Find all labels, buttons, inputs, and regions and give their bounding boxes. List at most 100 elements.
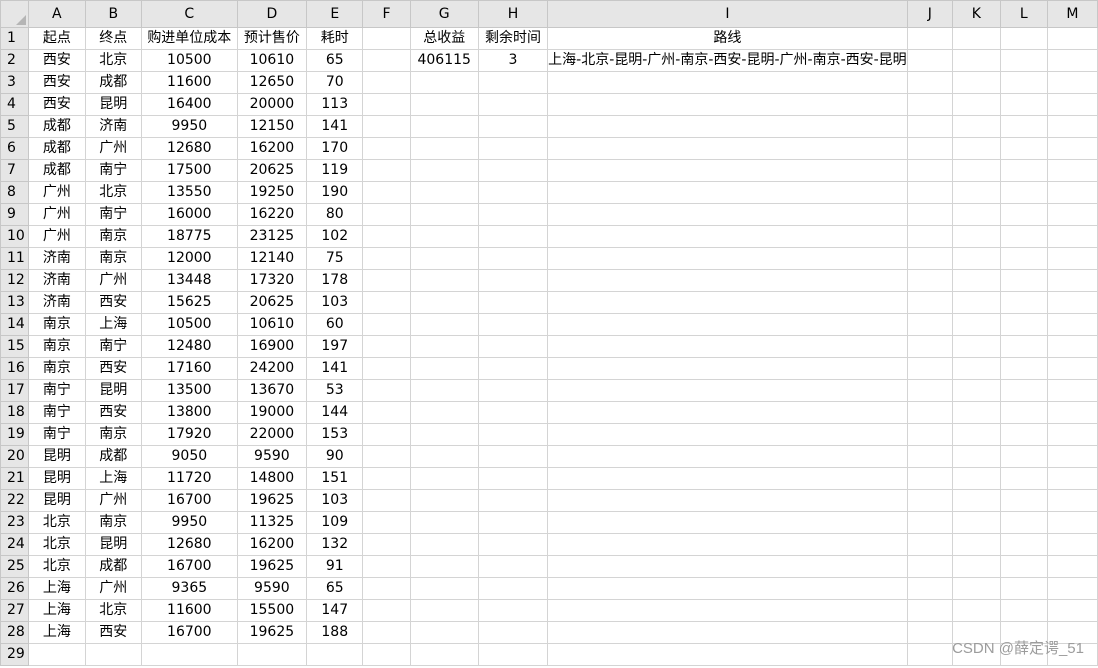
cell-C21[interactable]: 11720 [140, 467, 238, 490]
cell-J22[interactable] [906, 489, 954, 512]
cell-G27[interactable] [409, 599, 479, 622]
cell-C7[interactable]: 17500 [140, 159, 238, 182]
cell-M24[interactable] [1046, 533, 1098, 556]
cell-K11[interactable] [952, 247, 1001, 270]
cell-M9[interactable] [1046, 203, 1098, 226]
cell-F22[interactable] [362, 489, 411, 512]
cell-H26[interactable] [477, 577, 549, 600]
cell-D5[interactable]: 12150 [236, 115, 308, 138]
cell-C8[interactable]: 13550 [140, 181, 238, 204]
row-header[interactable]: 22 [0, 489, 30, 512]
cell-H28[interactable] [477, 621, 549, 644]
cell-I21[interactable] [547, 467, 908, 490]
column-header[interactable]: F [362, 0, 411, 28]
cell-F18[interactable] [362, 401, 411, 424]
cell-E12[interactable]: 178 [306, 269, 364, 292]
cell-G7[interactable] [409, 159, 479, 182]
cell-F16[interactable] [362, 357, 411, 380]
cell-K3[interactable] [952, 71, 1001, 94]
cell-H11[interactable] [477, 247, 549, 270]
cell-M8[interactable] [1046, 181, 1098, 204]
column-header[interactable]: I [547, 0, 908, 28]
cell-M23[interactable] [1046, 511, 1098, 534]
cell-C11[interactable]: 12000 [140, 247, 238, 270]
cell-M20[interactable] [1046, 445, 1098, 468]
cell-K20[interactable] [952, 445, 1001, 468]
cell-I3[interactable] [547, 71, 908, 94]
cell-D15[interactable]: 16900 [236, 335, 308, 358]
cell-B24[interactable]: 昆明 [84, 533, 142, 556]
cell-C13[interactable]: 15625 [140, 291, 238, 314]
cell-J25[interactable] [906, 555, 954, 578]
cell-D18[interactable]: 19000 [236, 401, 308, 424]
cell-J26[interactable] [906, 577, 954, 600]
cell-J2[interactable] [907, 49, 954, 72]
cell-K8[interactable] [952, 181, 1001, 204]
cell-F5[interactable] [362, 115, 411, 138]
cell-G10[interactable] [409, 225, 479, 248]
cell-C23[interactable]: 9950 [140, 511, 238, 534]
cell-B17[interactable]: 昆明 [84, 379, 142, 402]
row-header[interactable]: 21 [0, 467, 30, 490]
cell-J11[interactable] [906, 247, 954, 270]
cell-J14[interactable] [906, 313, 954, 336]
select-all-corner[interactable] [0, 0, 30, 28]
row-header[interactable]: 18 [0, 401, 30, 424]
cell-D9[interactable]: 16220 [236, 203, 308, 226]
cell-I26[interactable] [547, 577, 908, 600]
cell-G1[interactable]: 总收益 [409, 27, 479, 50]
cell-G16[interactable] [409, 357, 479, 380]
cell-F4[interactable] [362, 93, 411, 116]
cell-B19[interactable]: 南京 [84, 423, 142, 446]
cell-D7[interactable]: 20625 [236, 159, 308, 182]
cell-L25[interactable] [999, 555, 1048, 578]
row-header[interactable]: 27 [0, 599, 30, 622]
row-header[interactable]: 20 [0, 445, 30, 468]
cell-K13[interactable] [952, 291, 1001, 314]
cell-I18[interactable] [547, 401, 908, 424]
cell-K18[interactable] [952, 401, 1001, 424]
cell-I5[interactable] [547, 115, 908, 138]
cell-I16[interactable] [547, 357, 908, 380]
cell-J13[interactable] [906, 291, 954, 314]
cell-M13[interactable] [1046, 291, 1098, 314]
row-header[interactable]: 7 [0, 159, 30, 182]
cell-K14[interactable] [952, 313, 1001, 336]
cell-H19[interactable] [477, 423, 549, 446]
row-header[interactable]: 24 [0, 533, 30, 556]
cell-A25[interactable]: 北京 [28, 555, 86, 578]
cell-C2[interactable]: 10500 [140, 49, 238, 72]
cell-F20[interactable] [362, 445, 411, 468]
cell-D14[interactable]: 10610 [236, 313, 308, 336]
cell-M15[interactable] [1046, 335, 1098, 358]
cell-H16[interactable] [477, 357, 549, 380]
row-header[interactable]: 19 [0, 423, 30, 446]
row-header[interactable]: 28 [0, 621, 30, 644]
cell-G12[interactable] [409, 269, 479, 292]
cell-B14[interactable]: 上海 [84, 313, 142, 336]
cell-I2[interactable]: 上海-北京-昆明-广州-南京-西安-昆明-广州-南京-西安-昆明 [547, 49, 908, 72]
cell-J9[interactable] [906, 203, 954, 226]
cell-B11[interactable]: 南京 [84, 247, 142, 270]
cell-E8[interactable]: 190 [306, 181, 364, 204]
cell-C15[interactable]: 12480 [140, 335, 238, 358]
cell-B6[interactable]: 广州 [84, 137, 142, 160]
cell-C19[interactable]: 17920 [140, 423, 238, 446]
cell-H10[interactable] [477, 225, 549, 248]
cell-I25[interactable] [547, 555, 908, 578]
row-header[interactable]: 8 [0, 181, 30, 204]
cell-K24[interactable] [952, 533, 1001, 556]
cell-A5[interactable]: 成都 [28, 115, 86, 138]
cell-A19[interactable]: 南宁 [28, 423, 86, 446]
cell-M19[interactable] [1046, 423, 1098, 446]
cell-M7[interactable] [1046, 159, 1098, 182]
cell-J10[interactable] [906, 225, 954, 248]
row-header[interactable]: 1 [0, 27, 30, 50]
cell-I29[interactable] [547, 643, 908, 666]
cell-F28[interactable] [362, 621, 411, 644]
column-header[interactable]: A [28, 0, 86, 28]
cell-A22[interactable]: 昆明 [28, 489, 86, 512]
cell-M26[interactable] [1046, 577, 1098, 600]
cell-B15[interactable]: 南宁 [84, 335, 142, 358]
cell-E11[interactable]: 75 [306, 247, 364, 270]
